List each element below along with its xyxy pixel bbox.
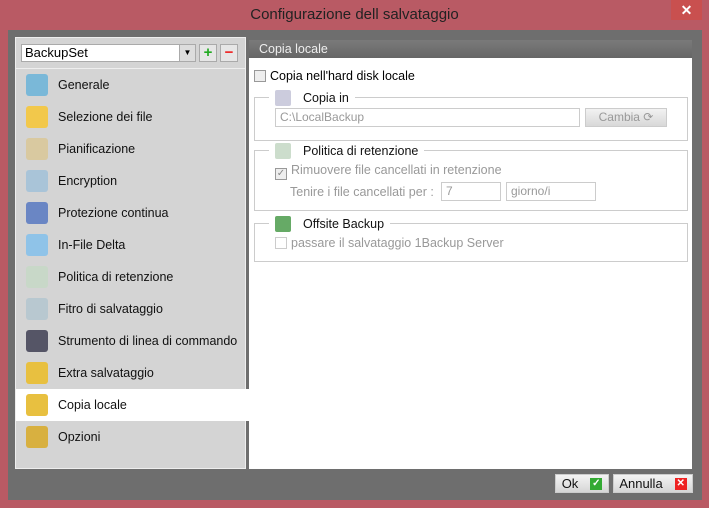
sidebar-item[interactable]: Protezione continua <box>16 197 245 229</box>
retention-group: Politica di retenzione ✓ Rimuovere file c… <box>254 143 688 211</box>
delta-icon <box>26 234 48 256</box>
unit-select[interactable]: giorno/i <box>506 182 596 201</box>
sidebar-item[interactable]: Selezione dei file <box>16 101 245 133</box>
sidebar-item[interactable]: Opzioni <box>16 421 245 453</box>
local-copy-panel: Copia locale Copia nell'hard disk locale… <box>249 40 692 469</box>
sidebar-item[interactable]: Fitro di salvataggio <box>16 293 245 325</box>
local-copy-option[interactable]: Copia nell'hard disk locale <box>254 69 415 83</box>
sidebar-item-label: Protezione continua <box>58 206 169 220</box>
recycle-bin-icon <box>275 143 291 159</box>
sidebar-item[interactable]: Extra salvataggio <box>16 357 245 389</box>
ok-label: Ok <box>561 476 579 491</box>
sidebar-item-label: Encryption <box>58 174 118 188</box>
copy-in-title: Copia in <box>303 91 349 105</box>
keep-label: Tenire i file cancellati per : <box>290 185 434 199</box>
options-icon <box>26 426 48 448</box>
days-value: 7 <box>446 184 453 198</box>
add-backupset-button[interactable]: + <box>199 44 217 62</box>
offsite-icon <box>275 216 291 232</box>
general-icon <box>26 74 48 96</box>
shield-icon <box>26 202 48 224</box>
key-icon <box>26 170 48 192</box>
local-copy-icon <box>26 394 48 416</box>
backupset-select[interactable]: BackupSet ▼ <box>21 44 196 62</box>
sidebar-item[interactable]: Encryption <box>16 165 245 197</box>
path-field[interactable]: C:\LocalBackup <box>275 108 580 127</box>
sidebar-item-label: Selezione dei file <box>58 110 153 124</box>
sidebar-item[interactable]: Strumento di linea di commando <box>16 325 245 357</box>
copy-icon <box>275 90 291 106</box>
local-copy-label: Copia nell'hard disk locale <box>270 69 415 83</box>
close-button[interactable]: ✕ <box>671 0 702 20</box>
offsite-option[interactable]: passare il salvataggio 1Backup Server <box>275 236 504 250</box>
folder-icon <box>26 106 48 128</box>
sidebar-item-label: Fitro di salvataggio <box>58 302 163 316</box>
sidebar-item[interactable]: Pianificazione <box>16 133 245 165</box>
remove-backupset-button[interactable]: − <box>220 44 238 62</box>
panel-header: Copia locale <box>249 40 692 58</box>
cancel-x-icon: ✕ <box>674 477 687 490</box>
extra-backup-icon <box>26 362 48 384</box>
days-select[interactable]: 7 <box>441 182 501 201</box>
offsite-group: Offsite Backup passare il salvataggio 1B… <box>254 216 688 262</box>
sidebar-item-label: Politica di retenzione <box>58 270 174 284</box>
sidebar-item-label: Extra salvataggio <box>58 366 154 380</box>
sidebar-item[interactable]: Copia locale <box>16 389 249 421</box>
sidebar-item-label: Pianificazione <box>58 142 136 156</box>
sidebar-item-label: Strumento di linea di commando <box>58 334 238 348</box>
sidebar-item-label: Generale <box>58 78 110 92</box>
remove-deleted-label: Rimuovere file cancellati in retenzione <box>291 163 502 177</box>
window-title: Configurazione dell salvataggio <box>250 6 459 23</box>
filter-icon <box>26 298 48 320</box>
sidebar-item-label: Copia locale <box>58 398 127 412</box>
recycle-bin-icon <box>26 266 48 288</box>
sidebar-item[interactable]: In-File Delta <box>16 229 245 261</box>
ok-button[interactable]: Ok ✓ <box>555 474 609 493</box>
offsite-title: Offsite Backup <box>303 217 385 231</box>
offsite-checkbox[interactable] <box>275 237 287 249</box>
cancel-button[interactable]: Annulla ✕ <box>613 474 693 493</box>
sidebar: BackupSet ▼ + − Generale Selezione dei fil… <box>15 37 249 469</box>
copy-in-group: Copia in C:\LocalBackup Cambia ⟳ <box>254 90 688 141</box>
remove-deleted-option[interactable]: ✓ Rimuovere file cancellati in retenzione <box>275 163 502 180</box>
sidebar-item[interactable]: Politica di retenzione <box>16 261 245 293</box>
sidebar-item-label: In-File Delta <box>58 238 126 252</box>
sidebar-item[interactable]: Generale <box>16 69 245 101</box>
remove-deleted-checkbox[interactable]: ✓ <box>275 168 287 180</box>
schedule-icon <box>26 138 48 160</box>
command-line-icon <box>26 330 48 352</box>
change-button[interactable]: Cambia ⟳ <box>585 108 667 127</box>
offsite-label: passare il salvataggio 1Backup Server <box>291 236 504 250</box>
chevron-down-icon[interactable]: ▼ <box>179 45 195 61</box>
check-icon: ✓ <box>590 477 603 490</box>
unit-value: giorno/i <box>511 184 551 198</box>
retention-title: Politica di retenzione <box>303 144 419 158</box>
cancel-label: Annulla <box>619 476 663 491</box>
local-copy-checkbox[interactable] <box>254 70 266 82</box>
backupset-value: BackupSet <box>25 45 88 60</box>
sidebar-item-label: Opzioni <box>58 430 101 444</box>
